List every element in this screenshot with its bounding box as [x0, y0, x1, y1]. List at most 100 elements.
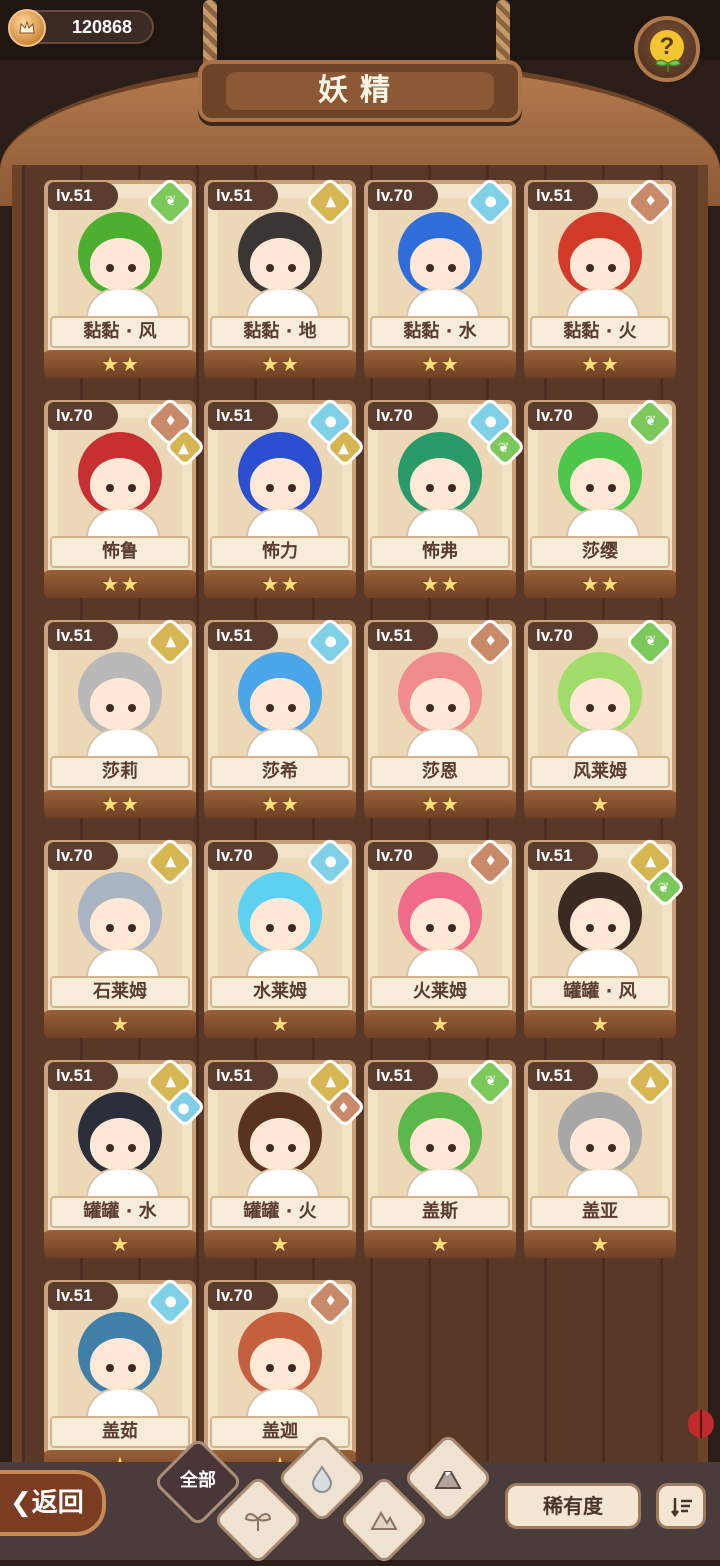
earth-mountain-icon	[370, 1511, 398, 1530]
card-level-badge: lv.51	[528, 1062, 598, 1090]
fairy-eye	[106, 264, 114, 272]
fairy-card[interactable]: lv.51 ▲ 黏黏 · 地 ★ ★	[204, 176, 356, 378]
star-rating: ★ ★	[524, 350, 676, 378]
fairy-eye	[608, 1144, 616, 1152]
fairy-face	[250, 458, 310, 510]
fairy-card[interactable]: lv.51 ▲ ♦ 罐罐 · 火 ★	[204, 1056, 367, 1258]
star-rating: ★	[524, 1010, 676, 1038]
star-icon: ★	[581, 572, 599, 596]
fairy-eye	[128, 1364, 136, 1372]
fairy-face	[250, 238, 310, 290]
fairy-card[interactable]: lv.51●盖茹★	[44, 1276, 196, 1478]
fairy-card[interactable]: lv.70 ❦ 风莱姆 ★	[524, 616, 676, 818]
wind-glyph-icon: ❦	[497, 440, 510, 457]
fairy-face	[90, 678, 150, 730]
star-icon: ★	[111, 1232, 129, 1256]
fairy-face	[90, 1118, 150, 1170]
fairy-eye	[128, 1144, 136, 1152]
fairy-eye	[288, 264, 296, 272]
back-button[interactable]: ❮返回	[0, 1470, 106, 1536]
sort-rarity-button[interactable]: 稀有度	[505, 1483, 641, 1529]
star-icon: ★	[441, 792, 459, 816]
card-name: 黏黏 · 火	[530, 316, 670, 348]
fairy-eye	[288, 924, 296, 932]
fairy-card[interactable]: lv.51 ❦ 黏黏 · 风 ★ ★	[44, 176, 196, 378]
fairy-eye	[106, 704, 114, 712]
fairy-face	[250, 898, 310, 950]
star-icon: ★	[281, 572, 299, 596]
star-icon: ★	[281, 352, 299, 376]
wind-glyph-icon: ❦	[484, 1073, 497, 1090]
fairy-card[interactable]: lv.51 ▲ 莎莉 ★ ★	[44, 616, 196, 818]
ladybug-icon	[688, 1410, 714, 1438]
fairy-eye	[586, 484, 594, 492]
fairy-card[interactable]: lv.70 ♦ ▲ 怖鲁 ★ ★	[44, 396, 207, 598]
fairy-card[interactable]: lv.51 ● ▲ 怖力 ★ ★	[204, 396, 367, 598]
star-icon: ★	[271, 1012, 289, 1036]
fairy-eye	[128, 924, 136, 932]
star-icon: ★	[271, 1232, 289, 1256]
fairy-eye	[448, 924, 456, 932]
fairy-card[interactable]: lv.51 ♦ 莎恩 ★ ★	[364, 616, 516, 818]
wind-glyph-icon: ❦	[644, 413, 657, 430]
wind-glyph-icon: ❦	[657, 880, 670, 897]
star-rating: ★	[364, 1010, 516, 1038]
fairy-eye	[128, 484, 136, 492]
star-icon: ★	[421, 792, 439, 816]
fairy-card[interactable]: lv.51 ❦ 盖斯 ★	[364, 1056, 516, 1258]
help-button[interactable]: ?	[634, 16, 700, 82]
card-level-badge: lv.51	[528, 182, 598, 210]
crown-coin-icon	[8, 9, 46, 47]
fairy-eye	[448, 1144, 456, 1152]
water-glyph-icon: ●	[484, 193, 497, 210]
fairy-face	[570, 458, 630, 510]
card-name: 罐罐 · 水	[50, 1196, 190, 1228]
card-level-badge: lv.70	[528, 402, 598, 430]
water-glyph-icon: ●	[324, 853, 337, 870]
fairy-face	[570, 678, 630, 730]
card-name: 风莱姆	[530, 756, 670, 788]
back-button-label: 返回	[31, 1488, 84, 1518]
star-rating: ★ ★	[44, 350, 196, 378]
card-level-badge: lv.51	[48, 1062, 118, 1090]
fairy-card[interactable]: lv.51 ♦ 黏黏 · 火 ★ ★	[524, 176, 676, 378]
wind-sprout-icon	[244, 1513, 272, 1531]
star-rating: ★	[364, 1230, 516, 1258]
fairy-card[interactable]: lv.70 ❦ 莎缨 ★ ★	[524, 396, 676, 598]
fairy-eye	[426, 924, 434, 932]
star-rating: ★ ★	[364, 350, 516, 378]
fairy-card[interactable]: lv.70 ▲ 石莱姆 ★	[44, 836, 196, 1038]
fairy-card[interactable]: lv.51 ▲ ● 罐罐 · 水 ★	[44, 1056, 207, 1258]
star-rating: ★ ★	[204, 790, 356, 818]
fairy-card[interactable]: lv.51 ▲ ❦ 罐罐 · 风 ★	[524, 836, 687, 1038]
card-level-badge: lv.51	[208, 402, 278, 430]
fairy-card[interactable]: lv.51 ● 莎希 ★ ★	[204, 616, 356, 818]
star-icon: ★	[101, 352, 119, 376]
star-icon: ★	[101, 572, 119, 596]
fairy-eye	[608, 704, 616, 712]
card-name: 罐罐 · 风	[530, 976, 670, 1008]
star-rating: ★	[44, 1230, 196, 1258]
fairy-card[interactable]: lv.70 ● 黏黏 · 水 ★ ★	[364, 176, 516, 378]
back-chevron-icon: ❮	[10, 1488, 32, 1518]
fairy-eye	[128, 264, 136, 272]
fairy-eye	[426, 704, 434, 712]
fairy-face	[570, 1118, 630, 1170]
sort-rarity-label: 稀有度	[543, 1494, 603, 1518]
fairy-card[interactable]: lv.51 ▲ 盖亚 ★	[524, 1056, 676, 1258]
star-icon: ★	[281, 792, 299, 816]
fairy-card[interactable]: lv.70 ♦ 火莱姆 ★	[364, 836, 516, 1038]
fairy-card[interactable]: lv.70 ● 水莱姆 ★	[204, 836, 356, 1038]
fairy-face	[250, 1118, 310, 1170]
card-level-badge: lv.70	[368, 182, 438, 210]
card-level-badge: lv.51	[208, 622, 278, 650]
star-rating: ★ ★	[44, 570, 196, 598]
sort-order-button[interactable]	[656, 1483, 706, 1529]
card-level-badge: lv.70	[208, 842, 278, 870]
star-icon: ★	[121, 352, 139, 376]
fairy-card[interactable]: lv.70 ● ❦ 怖弗 ★ ★	[364, 396, 527, 598]
star-icon: ★	[421, 352, 439, 376]
fairy-eye	[608, 264, 616, 272]
card-name: 怖鲁	[50, 536, 190, 568]
star-icon: ★	[581, 352, 599, 376]
